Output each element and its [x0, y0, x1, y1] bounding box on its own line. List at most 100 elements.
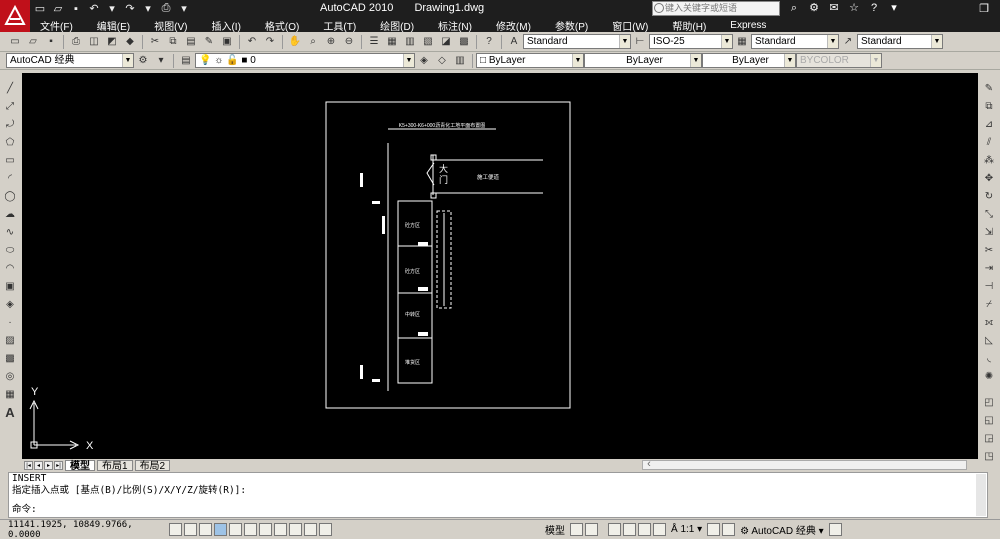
mirror-icon[interactable]: ⊿ — [981, 116, 997, 132]
dim-style-select[interactable]: ISO-25 ▼ — [649, 34, 733, 49]
scale-icon[interactable]: ⤡ — [981, 206, 997, 222]
layer-properties-icon[interactable]: ▤ — [178, 53, 194, 69]
text-style-icon[interactable]: A — [506, 34, 522, 50]
copy-object-icon[interactable]: ⧉ — [981, 98, 997, 114]
subscription-icon[interactable]: ⚙ — [806, 1, 822, 16]
undo-icon[interactable]: ↶ — [244, 34, 260, 50]
gradient-icon[interactable]: ▩ — [2, 350, 18, 366]
text-style-select[interactable]: Standard ▼ — [523, 34, 631, 49]
design-center-icon[interactable]: ▦ — [384, 34, 400, 50]
extend-icon[interactable]: ⇥ — [981, 260, 997, 276]
menu-modify[interactable]: 修改(M) — [496, 18, 531, 33]
fillet-icon[interactable]: ◟ — [981, 350, 997, 366]
tab-layout2[interactable]: 布局2 — [134, 459, 171, 472]
help-icon[interactable]: ? — [866, 1, 882, 16]
markup-icon[interactable]: ◪ — [438, 34, 454, 50]
otrack-toggle[interactable] — [259, 523, 272, 536]
zoom-window-icon[interactable]: ⊕ — [323, 34, 339, 50]
workspace-settings-icon[interactable]: ⚙ — [135, 53, 151, 69]
pan-icon[interactable]: ✋ — [287, 34, 303, 50]
layer-select[interactable]: 💡 ☼ 🔓 ■ 0 ▼ — [195, 53, 415, 68]
menu-parametric[interactable]: 参数(P) — [555, 18, 588, 33]
open-file-icon[interactable]: ▱ — [50, 1, 66, 16]
explode-icon[interactable]: ✺ — [981, 368, 997, 384]
menu-dimension[interactable]: 标注(N) — [438, 18, 472, 33]
offset-icon[interactable]: ⫽ — [981, 134, 997, 150]
break-icon[interactable]: ⌿ — [981, 296, 997, 312]
horizontal-scrollbar[interactable] — [642, 458, 968, 470]
array-icon[interactable]: ⁂ — [981, 152, 997, 168]
redo-icon[interactable]: ↷ — [262, 34, 278, 50]
layer-states-icon[interactable]: ▥ — [452, 53, 468, 69]
multiline-text-icon[interactable]: A — [2, 404, 18, 420]
point-icon[interactable]: · — [2, 314, 18, 330]
model-space-label[interactable]: 模型 — [545, 522, 565, 537]
ellipse-icon[interactable]: ⬭ — [2, 242, 18, 258]
next-tab-icon[interactable]: ▸ — [44, 460, 53, 470]
menu-help[interactable]: 帮助(H) — [672, 18, 706, 33]
revision-cloud-icon[interactable]: ☁ — [2, 206, 18, 222]
table-icon[interactable]: ▦ — [2, 386, 18, 402]
make-current-layer-icon[interactable]: ◈ — [416, 53, 432, 69]
save-icon[interactable]: ▪ — [43, 34, 59, 50]
menu-format[interactable]: 格式(O) — [265, 18, 299, 33]
auto-scale-icon[interactable] — [722, 523, 736, 536]
cut-icon[interactable]: ✂ — [147, 34, 163, 50]
line-icon[interactable]: ╱ — [2, 80, 18, 96]
workspace-select[interactable]: AutoCAD 经典 ▼ — [6, 53, 134, 68]
annotation-visibility-icon[interactable] — [707, 523, 721, 536]
cursor-coordinates[interactable]: 11141.1925, 10849.9766, 0.0000 — [8, 520, 168, 539]
ortho-toggle[interactable] — [214, 523, 227, 536]
break-at-point-icon[interactable]: ⊣ — [981, 278, 997, 294]
polyline-icon[interactable]: ⤾ — [2, 116, 18, 132]
ellipse-arc-icon[interactable]: ◠ — [2, 260, 18, 276]
menu-view[interactable]: 视图(V) — [154, 18, 187, 33]
snap-toggle[interactable] — [184, 523, 197, 536]
match-properties-icon[interactable]: ✎ — [201, 34, 217, 50]
menu-file[interactable]: 文件(F) — [40, 18, 73, 33]
redo-dropdown-icon[interactable]: ▾ — [140, 1, 156, 16]
help-icon[interactable]: ? — [481, 34, 497, 50]
grid-toggle[interactable] — [199, 523, 212, 536]
draw-order-front-icon[interactable]: ◰ — [981, 394, 997, 410]
zoom-status-icon[interactable] — [623, 523, 636, 536]
circle-icon[interactable]: ◯ — [2, 188, 18, 204]
osnap-toggle[interactable] — [244, 523, 257, 536]
command-prompt[interactable]: 命令: — [12, 504, 37, 516]
favorites-star-icon[interactable]: ☆ — [846, 1, 862, 16]
binoculars-icon[interactable]: ⌕ — [786, 1, 802, 16]
multileader-style-icon[interactable]: ↗ — [840, 34, 856, 50]
menu-edit[interactable]: 编辑(E) — [97, 18, 130, 33]
dim-style-icon[interactable]: ⊢ — [632, 34, 648, 50]
make-block-icon[interactable]: ◈ — [2, 296, 18, 312]
menu-insert[interactable]: 插入(I) — [211, 18, 240, 33]
erase-icon[interactable]: ✎ — [981, 80, 997, 96]
application-menu-button[interactable] — [0, 0, 30, 32]
draw-order-above-icon[interactable]: ◲ — [981, 430, 997, 446]
workspace-menu-icon[interactable]: ▾ — [153, 53, 169, 69]
tab-model[interactable]: 模型 — [65, 459, 95, 472]
dyn-toggle[interactable] — [289, 523, 302, 536]
pan-status-icon[interactable] — [608, 523, 621, 536]
save-icon[interactable]: ▪ — [68, 1, 84, 16]
publish-icon[interactable]: ◩ — [104, 34, 120, 50]
layer-previous-icon[interactable]: ◇ — [434, 53, 450, 69]
table-style-select[interactable]: Standard ▼ — [751, 34, 839, 49]
first-tab-icon[interactable]: |◂ — [24, 460, 33, 470]
command-window[interactable]: INSERT 指定插入点或 [基点(B)/比例(S)/X/Y/Z/旋转(R)]:… — [8, 472, 988, 518]
multileader-style-select[interactable]: Standard ▼ — [857, 34, 943, 49]
restore-window-icon[interactable]: ❐ — [968, 0, 1000, 18]
menu-tools[interactable]: 工具(T) — [323, 18, 356, 33]
sheet-set-icon[interactable]: ▧ — [420, 34, 436, 50]
plot-icon[interactable]: ⎙ — [68, 34, 84, 50]
tab-layout1[interactable]: 布局1 — [97, 459, 133, 472]
color-select[interactable]: □ ByLayer ▼ — [476, 53, 584, 68]
menu-draw[interactable]: 绘图(D) — [380, 18, 414, 33]
calculator-icon[interactable]: ▩ — [456, 34, 472, 50]
lineweight-toggle[interactable] — [304, 523, 317, 536]
new-file-icon[interactable]: ▭ — [32, 1, 48, 16]
table-style-icon[interactable]: ▦ — [734, 34, 750, 50]
new-icon[interactable]: ▭ — [7, 34, 23, 50]
trim-icon[interactable]: ✂ — [981, 242, 997, 258]
lock-ui-icon[interactable] — [828, 523, 842, 536]
